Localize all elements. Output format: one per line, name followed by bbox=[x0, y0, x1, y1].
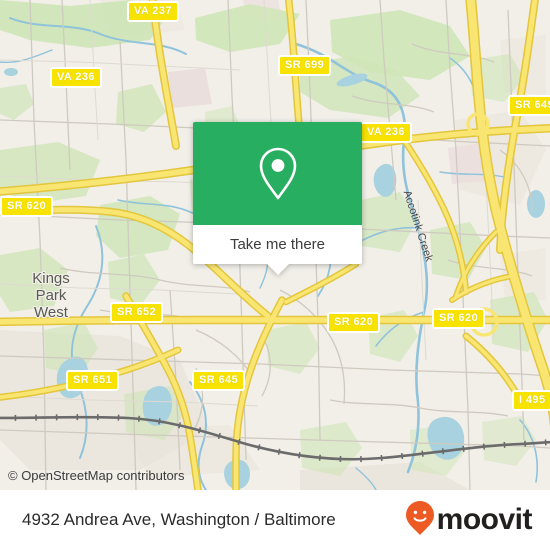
shield-i-495[interactable]: I 495 bbox=[512, 390, 550, 411]
moovit-smiley-pin-icon bbox=[405, 500, 435, 541]
callout-image-panel bbox=[193, 122, 362, 225]
shield-sr-620-mid[interactable]: SR 620 bbox=[327, 312, 381, 333]
bottom-info-bar: 4932 Andrea Ave, Washington / Baltimore … bbox=[0, 490, 550, 550]
callout-pointer-tail bbox=[265, 263, 290, 275]
address-label: 4932 Andrea Ave, Washington / Baltimore bbox=[22, 510, 336, 529]
shield-sr-652[interactable]: SR 652 bbox=[110, 302, 164, 323]
place-label-kings-park-west: Kings Park West bbox=[32, 270, 70, 321]
map-screenshot: Kings Park West Accotink Creek VA 237 SR… bbox=[0, 0, 550, 550]
moovit-logo[interactable]: moovit bbox=[405, 500, 533, 541]
location-callout-card[interactable]: Take me there bbox=[193, 122, 362, 275]
take-me-there-button[interactable]: Take me there bbox=[193, 225, 362, 264]
shield-va-236-west[interactable]: VA 236 bbox=[50, 67, 102, 88]
shield-va-237[interactable]: VA 237 bbox=[127, 1, 179, 22]
map-pin-icon bbox=[256, 146, 300, 202]
shield-sr-699[interactable]: SR 699 bbox=[278, 55, 332, 76]
shield-sr-620-east[interactable]: SR 620 bbox=[432, 308, 486, 329]
shield-sr-649[interactable]: SR 649 bbox=[508, 95, 550, 116]
shield-sr-645[interactable]: SR 645 bbox=[192, 370, 246, 391]
shield-sr-620-west[interactable]: SR 620 bbox=[0, 196, 54, 217]
shield-sr-651[interactable]: SR 651 bbox=[66, 370, 120, 391]
shield-va-236-east[interactable]: VA 236 bbox=[360, 122, 412, 143]
osm-attribution[interactable]: © OpenStreetMap contributors bbox=[8, 468, 185, 483]
moovit-wordmark: moovit bbox=[436, 503, 533, 536]
map-canvas[interactable]: Kings Park West Accotink Creek VA 237 SR… bbox=[0, 0, 550, 490]
